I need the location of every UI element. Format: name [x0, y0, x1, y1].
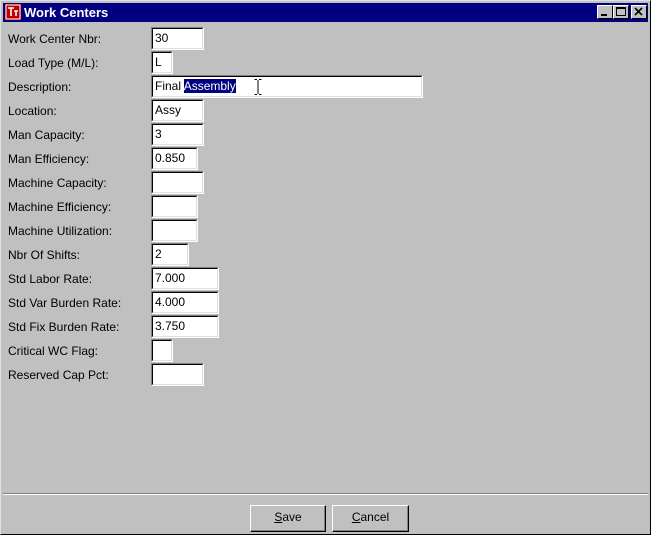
location-label: Location:: [8, 104, 57, 118]
std-fix-burden-rate-field[interactable]: 3.750: [151, 315, 219, 338]
cancel-button[interactable]: Cancel: [332, 505, 409, 532]
description-value: Final Assembly: [152, 76, 422, 97]
work-centers-window: Work Centers Work Center Nbr: Load Type …: [0, 0, 651, 535]
std-labor-rate-field[interactable]: 7.000: [151, 267, 219, 290]
description-text: Final: [155, 79, 184, 93]
man-efficiency-label: Man Efficiency:: [8, 152, 90, 166]
description-field[interactable]: Final Assembly: [151, 75, 423, 98]
description-label: Description:: [8, 80, 72, 94]
std-var-burden-rate-label: Std Var Burden Rate:: [8, 296, 122, 310]
field-value: L: [152, 52, 172, 73]
machine-utilization-field[interactable]: [151, 219, 198, 242]
load-type-label: Load Type (M/L):: [8, 56, 99, 70]
ibeam-cursor-icon: [254, 79, 262, 95]
machine-capacity-label: Machine Capacity:: [8, 176, 107, 190]
field-value: 30: [152, 28, 203, 49]
field-value: 3: [152, 124, 203, 145]
work-center-nbr-label: Work Center Nbr:: [8, 32, 102, 46]
minimize-icon: [601, 14, 607, 16]
save-button[interactable]: Save: [250, 505, 326, 532]
std-fix-burden-rate-label: Std Fix Burden Rate:: [8, 320, 120, 334]
app-icon: [5, 4, 21, 20]
field-value: [152, 340, 172, 361]
reserved-cap-pct-field[interactable]: [151, 363, 204, 386]
close-button[interactable]: [631, 5, 647, 19]
machine-capacity-field[interactable]: [151, 171, 204, 194]
field-value: 3.750: [152, 316, 218, 337]
selected-text: Assembly: [183, 79, 236, 93]
save-label: ave: [282, 510, 302, 524]
critical-wc-flag-label: Critical WC Flag:: [8, 344, 99, 358]
machine-efficiency-field[interactable]: [151, 195, 198, 218]
field-value: [152, 196, 197, 217]
field-value: 2: [152, 244, 188, 265]
minimize-button[interactable]: [597, 5, 613, 19]
field-value: Assy: [152, 100, 203, 121]
std-labor-rate-label: Std Labor Rate:: [8, 272, 93, 286]
load-type-field[interactable]: L: [151, 51, 173, 74]
std-var-burden-rate-field[interactable]: 4.000: [151, 291, 219, 314]
machine-efficiency-label: Machine Efficiency:: [8, 200, 112, 214]
window-title: Work Centers: [24, 5, 109, 20]
field-value: 4.000: [152, 292, 218, 313]
field-value: 7.000: [152, 268, 218, 289]
man-efficiency-field[interactable]: 0.850: [151, 147, 198, 170]
reserved-cap-pct-label: Reserved Cap Pct:: [8, 368, 109, 382]
close-icon: [634, 7, 643, 16]
work-center-nbr-field[interactable]: 30: [151, 27, 204, 50]
nbr-of-shifts-label: Nbr Of Shifts:: [8, 248, 81, 262]
cancel-label: ancel: [360, 510, 390, 524]
field-value: [152, 220, 197, 241]
maximize-icon: [616, 7, 626, 16]
button-separator: [3, 493, 648, 495]
field-value: 0.850: [152, 148, 197, 169]
critical-wc-flag-field[interactable]: [151, 339, 173, 362]
field-value: [152, 172, 203, 193]
machine-utilization-label: Machine Utilization:: [8, 224, 113, 238]
nbr-of-shifts-field[interactable]: 2: [151, 243, 189, 266]
maximize-button[interactable]: [613, 5, 629, 19]
man-capacity-field[interactable]: 3: [151, 123, 204, 146]
field-value: [152, 364, 203, 385]
location-field[interactable]: Assy: [151, 99, 204, 122]
title-bar[interactable]: Work Centers: [3, 3, 648, 22]
man-capacity-label: Man Capacity:: [8, 128, 85, 142]
